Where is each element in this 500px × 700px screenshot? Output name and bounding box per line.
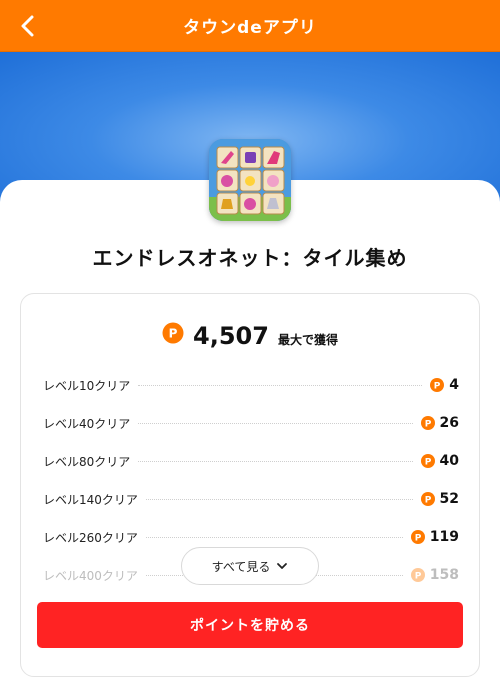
level-points: P 158 <box>410 567 459 583</box>
total-points-value: 4,507 <box>193 322 269 350</box>
level-label: レベル80クリア <box>43 454 131 469</box>
dotted-leader <box>145 498 413 500</box>
svg-text:P: P <box>424 458 431 468</box>
level-reward-row: レベル140クリア P 52 <box>43 480 459 518</box>
level-label: レベル140クリア <box>43 492 138 507</box>
chevron-down-icon <box>277 563 288 569</box>
total-points-suffix: 最大で獲得 <box>278 332 339 347</box>
level-label: レベル400クリア <box>43 568 138 583</box>
dotted-leader <box>138 384 423 386</box>
reward-card: P 4,507 最大で獲得 レベル10クリア P 4 レベル40クリア P 26… <box>20 293 480 677</box>
svg-text:P: P <box>169 327 178 341</box>
level-reward-row: レベル10クリア P 4 <box>43 366 459 404</box>
dotted-leader <box>138 460 413 462</box>
point-coin-icon: P <box>420 416 435 430</box>
point-coin-icon: P <box>420 492 435 506</box>
total-points: P 4,507 最大で獲得 <box>21 322 479 350</box>
level-points-value: 40 <box>439 453 459 469</box>
level-points-value: 158 <box>429 567 459 583</box>
header-title: タウンdeアプリ <box>183 18 317 38</box>
level-points-value: 4 <box>449 377 459 393</box>
level-points: P 40 <box>420 453 459 469</box>
level-points: P 52 <box>420 491 459 507</box>
dotted-leader <box>138 422 413 424</box>
point-coin-icon: P <box>430 378 445 392</box>
point-coin-icon: P <box>410 568 425 582</box>
level-points: P 26 <box>420 415 459 431</box>
point-coin-icon: P <box>420 454 435 468</box>
see-all-label: すべて見る <box>211 559 271 574</box>
level-reward-row: レベル40クリア P 26 <box>43 404 459 442</box>
level-points: P 119 <box>410 529 459 545</box>
level-points-value: 119 <box>429 529 459 545</box>
app-name: エンドレスオネット：タイル集め <box>92 246 408 270</box>
svg-text:P: P <box>414 572 421 582</box>
header-bar: タウンdeアプリ <box>0 0 500 52</box>
tile-puzzle-app-icon <box>209 139 291 221</box>
point-coin-icon: P <box>410 530 425 544</box>
level-label: レベル40クリア <box>43 416 131 431</box>
dotted-leader <box>145 536 403 538</box>
svg-text:P: P <box>414 534 421 544</box>
level-points-value: 52 <box>439 491 459 507</box>
svg-text:P: P <box>424 496 431 506</box>
level-label: レベル10クリア <box>43 378 131 393</box>
svg-text:P: P <box>434 382 441 392</box>
level-points-value: 26 <box>439 415 459 431</box>
see-all-button[interactable]: すべて見る <box>181 547 319 585</box>
point-coin-icon: P <box>162 322 184 344</box>
level-points: P 4 <box>430 377 459 393</box>
level-reward-row: レベル80クリア P 40 <box>43 442 459 480</box>
svg-text:P: P <box>424 420 431 430</box>
save-points-button[interactable]: ポイントを貯める <box>37 602 463 648</box>
level-label: レベル260クリア <box>43 530 138 545</box>
